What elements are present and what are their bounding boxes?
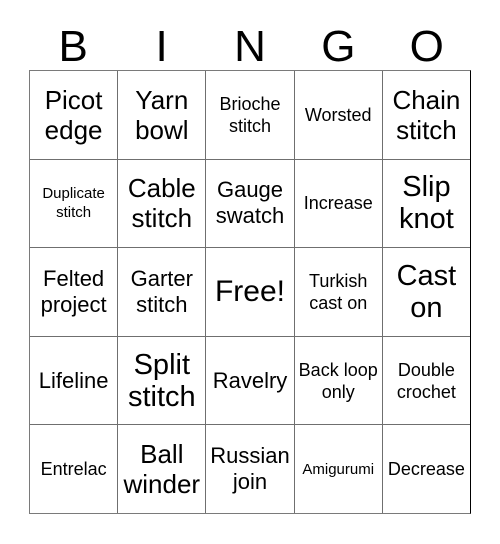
- bingo-cell[interactable]: Worsted: [295, 71, 383, 159]
- bingo-cell[interactable]: Cable stitch: [118, 159, 207, 248]
- bingo-cell[interactable]: Yarn bowl: [118, 71, 207, 159]
- bingo-cell[interactable]: Back loop only: [295, 336, 383, 425]
- bingo-grid: Picot edge Yarn bowl Brioche stitch Wors…: [29, 70, 471, 514]
- bingo-cell[interactable]: Decrease: [383, 425, 470, 513]
- bingo-cell-label: Cable stitch: [127, 173, 196, 234]
- bingo-cell-label: Chain stitch: [392, 84, 461, 145]
- bingo-row: Picot edge Yarn bowl Brioche stitch Wors…: [30, 71, 470, 160]
- bingo-card: B I N G O Picot edge Yarn bowl Brioche s…: [29, 8, 471, 514]
- bingo-cell-label: Turkish cast on: [309, 270, 368, 313]
- header-letter-i: I: [155, 22, 168, 71]
- bingo-cell-label: Russian join: [210, 443, 290, 495]
- bingo-row: Lifeline Split stitch Ravelry Back loop …: [30, 336, 470, 426]
- bingo-cell-label: Back loop only: [298, 359, 378, 402]
- bingo-cell[interactable]: Ball winder: [118, 425, 207, 513]
- bingo-free-label: Free!: [214, 274, 286, 308]
- bingo-cell-label: Split stitch: [127, 348, 196, 413]
- bingo-cell-label: Brioche stitch: [219, 93, 281, 136]
- bingo-cell[interactable]: Chain stitch: [383, 71, 470, 159]
- bingo-cell[interactable]: Felted project: [30, 248, 119, 336]
- bingo-cell-label: Increase: [303, 193, 373, 214]
- bingo-cell-label: Ball winder: [123, 439, 201, 500]
- bingo-cell-label: Felted project: [40, 265, 107, 317]
- bingo-cell-label: Lifeline: [38, 367, 109, 393]
- bingo-cell-label: Gauge swatch: [215, 177, 285, 229]
- bingo-cell[interactable]: Increase: [295, 159, 383, 248]
- bingo-cell-label: Ravelry: [212, 367, 288, 393]
- bingo-row: Entrelac Ball winder Russian join Amigur…: [30, 425, 470, 513]
- bingo-cell[interactable]: Lifeline: [30, 336, 119, 425]
- bingo-cell[interactable]: Ravelry: [206, 336, 295, 425]
- bingo-cell[interactable]: Double crochet: [383, 337, 470, 425]
- bingo-cell-label: Double crochet: [396, 359, 456, 402]
- bingo-cell-label: Amigurumi: [302, 460, 375, 478]
- bingo-cell-label: Slip knot: [399, 171, 454, 236]
- bingo-cell-label: Yarn bowl: [135, 84, 189, 145]
- bingo-cell[interactable]: Entrelac: [30, 425, 119, 513]
- bingo-cell[interactable]: Picot edge: [30, 71, 119, 159]
- bingo-cell[interactable]: Cast on: [383, 248, 470, 336]
- header-letter-b: B: [58, 22, 88, 71]
- bingo-row: Felted project Garter stitch Free! Turki…: [30, 248, 470, 337]
- header-letter-o: O: [409, 22, 444, 71]
- bingo-cell[interactable]: Split stitch: [118, 336, 207, 425]
- bingo-cell[interactable]: Duplicate stitch: [30, 159, 119, 248]
- bingo-cell-label: Picot edge: [44, 84, 103, 145]
- bingo-cell[interactable]: Slip knot: [383, 160, 470, 248]
- header-letter-n: N: [234, 22, 266, 71]
- header-letter-g: G: [321, 22, 356, 71]
- bingo-cell[interactable]: Turkish cast on: [295, 248, 383, 336]
- bingo-cell-label: Decrease: [387, 459, 465, 480]
- bingo-cell-label: Garter stitch: [130, 265, 193, 317]
- bingo-cell[interactable]: Amigurumi: [295, 425, 383, 513]
- bingo-cell[interactable]: Russian join: [206, 425, 295, 513]
- bingo-header: B I N G O: [29, 8, 471, 70]
- bingo-cell-label: Cast on: [396, 259, 457, 324]
- bingo-cell-label: Entrelac: [40, 459, 107, 480]
- bingo-free-cell[interactable]: Free!: [206, 248, 295, 336]
- bingo-row: Duplicate stitch Cable stitch Gauge swat…: [30, 159, 470, 249]
- bingo-cell[interactable]: Brioche stitch: [206, 71, 295, 159]
- bingo-cell[interactable]: Garter stitch: [118, 248, 207, 336]
- bingo-cell[interactable]: Gauge swatch: [206, 159, 295, 248]
- bingo-cell-label: Duplicate stitch: [42, 185, 105, 222]
- bingo-cell-label: Worsted: [304, 104, 372, 125]
